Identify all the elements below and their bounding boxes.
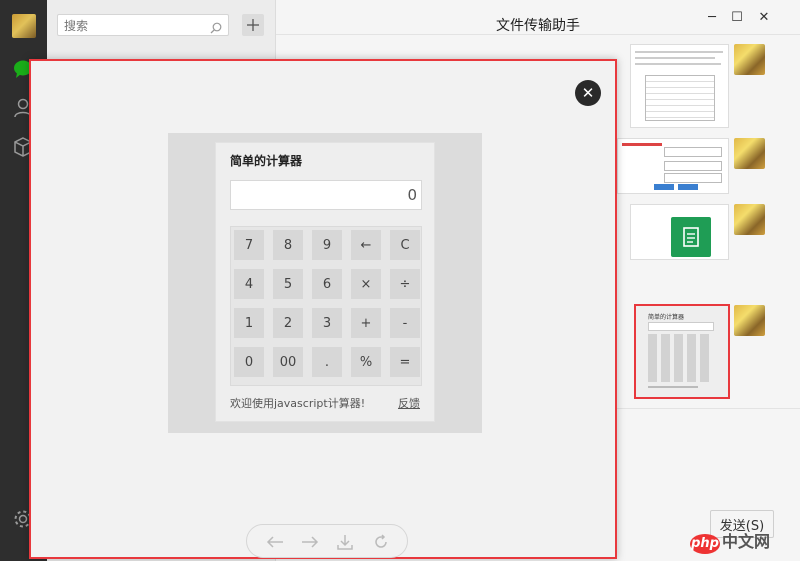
thumb-title: 简单的计算器 xyxy=(648,314,685,321)
minimize-button[interactable]: ─ xyxy=(702,10,722,25)
maximize-button[interactable]: ☐ xyxy=(727,10,747,25)
calculator-key: 7 xyxy=(234,230,264,260)
php-logo-badge: php xyxy=(690,534,720,554)
calculator-title: 简单的计算器 xyxy=(230,154,303,168)
search-icon[interactable] xyxy=(210,19,222,38)
message-avatar[interactable] xyxy=(734,138,765,169)
previewed-image: 简单的计算器 0 7 8 9 ← C 4 5 6 × ÷ 1 2 3 + -0 00.% = 欢迎使用javas… xyxy=(168,133,482,433)
image-viewer-overlay: ✕ 简单的计算器 0 7 8 9 ← C 4 5 6 × ÷ 1 2 3 + -0 00.% = 欢迎使用jav… xyxy=(29,59,617,559)
calculator-key: 1 xyxy=(234,308,264,338)
viewer-toolbar xyxy=(246,524,408,558)
close-window-button[interactable]: ✕ xyxy=(754,10,774,25)
calculator-key: ← xyxy=(351,230,381,260)
message-file-card[interactable] xyxy=(630,204,729,260)
search-box xyxy=(57,14,229,36)
calculator-key: 3 xyxy=(312,308,342,338)
title-divider xyxy=(276,34,800,35)
search-input[interactable] xyxy=(58,16,210,36)
calculator-key: 6 xyxy=(312,269,342,299)
calculator-key: 0 xyxy=(234,347,264,377)
calculator-key: 5 xyxy=(273,269,303,299)
calculator-key: - xyxy=(390,308,420,338)
calculator-key: 9 xyxy=(312,230,342,260)
message-image-document[interactable] xyxy=(630,44,729,128)
calculator-key: 2 xyxy=(273,308,303,338)
previous-arrow-icon[interactable] xyxy=(265,532,285,552)
calculator-key: = xyxy=(390,347,420,377)
calculator-key: ÷ xyxy=(390,269,420,299)
rotate-icon[interactable] xyxy=(371,532,391,552)
calculator-widget: 简单的计算器 0 7 8 9 ← C 4 5 6 × ÷ 1 2 3 + -0 00.% = 欢迎使用javas… xyxy=(215,142,435,422)
calculator-key: 8 xyxy=(273,230,303,260)
close-icon: ✕ xyxy=(581,84,595,102)
watermark-site-text: 中文网 xyxy=(722,532,771,551)
message-image-calculator-highlighted[interactable]: 简单的计算器 xyxy=(634,304,730,399)
php-cn-watermark: php 中文网 xyxy=(690,528,770,554)
calculator-key: + xyxy=(351,308,381,338)
calculator-display: 0 xyxy=(230,180,422,210)
calculator-key: C xyxy=(390,230,420,260)
feedback-link: 反馈 xyxy=(398,397,420,410)
message-image-form[interactable] xyxy=(617,138,729,194)
calculator-key: . xyxy=(312,347,342,377)
message-avatar[interactable] xyxy=(734,305,765,336)
message-avatar[interactable] xyxy=(734,44,765,75)
document-file-icon xyxy=(671,217,711,257)
viewer-close-button[interactable]: ✕ xyxy=(575,80,601,106)
download-icon[interactable] xyxy=(335,532,355,552)
user-avatar[interactable] xyxy=(12,14,36,38)
calculator-welcome-text: 欢迎使用javascript计算器! xyxy=(230,397,366,410)
calculator-key: % xyxy=(351,347,381,377)
start-chat-plus-button[interactable] xyxy=(242,14,264,36)
calculator-key: 00 xyxy=(273,347,303,377)
plus-icon xyxy=(247,19,259,31)
calculator-keypad: 7 8 9 ← C 4 5 6 × ÷ 1 2 3 + -0 00.% = xyxy=(230,226,422,386)
next-arrow-icon[interactable] xyxy=(300,532,320,552)
calculator-key: × xyxy=(351,269,381,299)
calculator-key: 4 xyxy=(234,269,264,299)
message-avatar[interactable] xyxy=(734,204,765,235)
